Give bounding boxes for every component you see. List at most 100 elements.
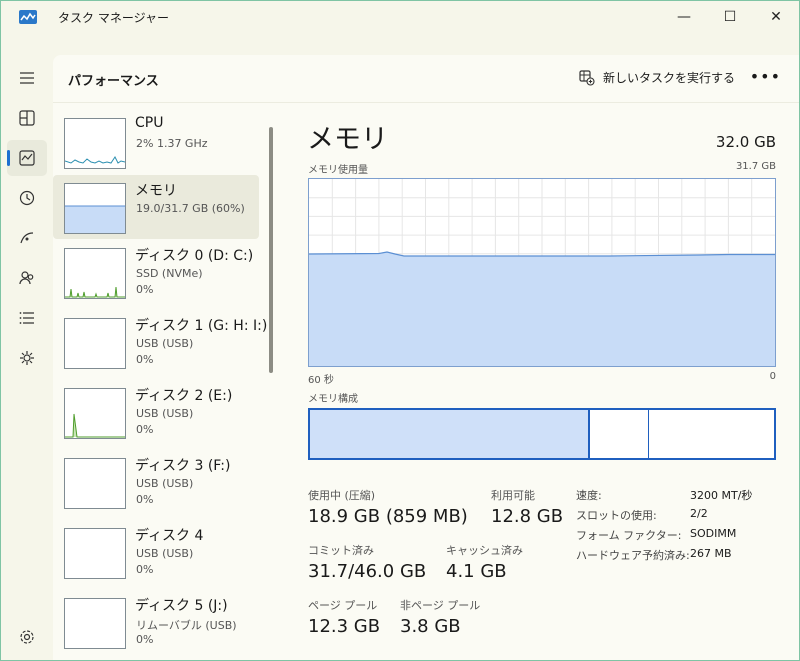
composition-modified bbox=[590, 410, 649, 458]
device-cpu[interactable]: CPU 2% 1.37 GHz bbox=[53, 110, 259, 174]
graph-x-right-label: 0 bbox=[769, 371, 776, 382]
device-name: ディスク 4 bbox=[135, 528, 204, 544]
device-detail: USB (USB) bbox=[136, 407, 194, 420]
minimize-icon: — bbox=[677, 9, 691, 25]
memory-usage-graph bbox=[308, 178, 776, 367]
device-usage: 0% bbox=[136, 283, 154, 296]
device-usage: 0% bbox=[136, 633, 154, 646]
graph-x-left-label: 60 秒 bbox=[308, 375, 334, 386]
disk-2-thumbnail-graph bbox=[64, 388, 126, 439]
close-button[interactable]: ✕ bbox=[753, 1, 799, 33]
disk-4-thumbnail-graph bbox=[64, 528, 126, 579]
memory-title: メモリ bbox=[307, 124, 388, 155]
device-disk-1[interactable]: ディスク 1 (G: H: I:) USB (USB) 0% bbox=[53, 310, 267, 374]
performance-icon bbox=[19, 150, 35, 166]
device-disk-5[interactable]: ディスク 5 (J:) リムーバブル (USB) 0% bbox=[53, 590, 259, 654]
device-detail: USB (USB) bbox=[136, 477, 194, 490]
services-icon bbox=[20, 351, 34, 365]
memory-total: 32.0 GB bbox=[715, 133, 776, 151]
settings-icon bbox=[20, 630, 34, 644]
hardware-reserved-value: 267 MB bbox=[690, 547, 732, 560]
in-use-value: 18.9 GB (859 MB) bbox=[308, 506, 468, 527]
nonpaged-pool-value: 3.8 GB bbox=[400, 616, 461, 637]
device-disk-0[interactable]: ディスク 0 (D: C:) SSD (NVMe) 0% bbox=[53, 240, 259, 304]
available-value: 12.8 GB bbox=[491, 506, 564, 527]
device-usage: 0% bbox=[136, 423, 154, 436]
nav-startup-apps[interactable] bbox=[7, 220, 47, 256]
navigation-rail bbox=[1, 33, 53, 660]
memory-detail-panel: メモリ 32.0 GB メモリ使用量 31.7 GB 60 秒 0 メモリ構成 … bbox=[279, 103, 799, 660]
run-task-label: 新しいタスクを実行する bbox=[602, 71, 735, 85]
form-factor-value: SODIMM bbox=[690, 527, 737, 540]
disk-3-thumbnail-graph bbox=[64, 458, 126, 509]
device-detail: SSD (NVMe) bbox=[136, 267, 203, 280]
device-usage: 0% bbox=[136, 493, 154, 506]
paged-pool-label: ページ プール bbox=[308, 599, 378, 612]
more-options-button[interactable]: ••• bbox=[750, 67, 781, 86]
device-name: ディスク 5 (J:) bbox=[135, 598, 228, 614]
device-name: ディスク 0 (D: C:) bbox=[135, 248, 254, 264]
startup-apps-icon bbox=[20, 232, 34, 244]
minimize-button[interactable]: — bbox=[661, 1, 707, 33]
hardware-reserved-label: ハードウェア予約済み: bbox=[576, 549, 690, 562]
in-use-label: 使用中 (圧縮) bbox=[308, 489, 376, 502]
cpu-thumbnail-graph bbox=[64, 118, 126, 169]
speed-value: 3200 MT/秒 bbox=[690, 489, 753, 502]
nav-services[interactable] bbox=[7, 340, 47, 376]
cached-label: キャッシュ済み bbox=[446, 544, 523, 557]
device-detail: USB (USB) bbox=[136, 547, 194, 560]
device-disk-2[interactable]: ディスク 2 (E:) USB (USB) 0% bbox=[53, 380, 259, 444]
composition-in-use bbox=[310, 410, 590, 458]
memory-thumbnail-graph bbox=[64, 183, 126, 234]
title-bar: タスク マネージャー — ☐ ✕ bbox=[1, 1, 799, 33]
device-detail: リムーバブル (USB) bbox=[136, 619, 237, 632]
disk-1-thumbnail-graph bbox=[64, 318, 126, 369]
page-title: パフォーマンス bbox=[68, 74, 159, 89]
nav-settings[interactable] bbox=[7, 619, 47, 655]
slots-used-value: 2/2 bbox=[690, 507, 708, 520]
disk-5-thumbnail-graph bbox=[64, 598, 126, 649]
device-list-scrollbar[interactable] bbox=[269, 127, 273, 373]
device-memory[interactable]: メモリ 19.0/31.7 GB (60%) bbox=[53, 175, 259, 239]
app-history-icon bbox=[19, 190, 35, 206]
window-title: タスク マネージャー bbox=[58, 11, 169, 25]
page-header: パフォーマンス 新しいタスクを実行する ••• bbox=[53, 55, 799, 103]
device-name: ディスク 2 (E:) bbox=[135, 388, 233, 404]
device-list: CPU 2% 1.37 GHz メモリ 19.0/31.7 GB (60%) デ… bbox=[53, 103, 279, 660]
nav-details[interactable] bbox=[7, 300, 47, 336]
committed-value: 31.7/46.0 GB bbox=[308, 561, 427, 582]
device-detail: USB (USB) bbox=[136, 337, 194, 350]
device-detail: 2% 1.37 GHz bbox=[136, 137, 208, 150]
device-name: ディスク 1 (G: H: I:) bbox=[135, 318, 268, 334]
speed-label: 速度: bbox=[576, 489, 602, 502]
slots-used-label: スロットの使用: bbox=[576, 509, 657, 522]
nav-app-history[interactable] bbox=[7, 180, 47, 216]
users-icon bbox=[19, 271, 34, 285]
run-task-icon bbox=[579, 69, 595, 86]
hamburger-icon bbox=[20, 72, 34, 84]
composition-label: メモリ構成 bbox=[308, 394, 358, 405]
committed-label: コミット済み bbox=[308, 544, 374, 557]
maximize-button[interactable]: ☐ bbox=[707, 1, 753, 33]
disk-0-thumbnail-graph bbox=[64, 248, 126, 299]
nav-performance[interactable] bbox=[7, 140, 47, 176]
close-icon: ✕ bbox=[770, 9, 782, 25]
device-usage: 0% bbox=[136, 353, 154, 366]
available-label: 利用可能 bbox=[491, 489, 535, 502]
device-detail: 19.0/31.7 GB (60%) bbox=[136, 202, 245, 215]
details-icon bbox=[19, 312, 34, 324]
device-name: メモリ bbox=[135, 183, 177, 199]
usage-graph-max: 31.7 GB bbox=[735, 161, 776, 172]
usage-graph-label: メモリ使用量 bbox=[308, 165, 368, 176]
menu-toggle-button[interactable] bbox=[7, 60, 47, 96]
form-factor-label: フォーム ファクター: bbox=[576, 529, 682, 542]
run-new-task-button[interactable]: 新しいタスクを実行する bbox=[579, 69, 735, 86]
task-manager-window: タスク マネージャー — ☐ ✕ パフォーマンス 新しいタスクを実行する •••… bbox=[0, 0, 800, 661]
device-name: CPU bbox=[135, 115, 164, 131]
memory-composition-bar bbox=[308, 408, 776, 460]
nav-processes[interactable] bbox=[7, 100, 47, 136]
device-disk-3[interactable]: ディスク 3 (F:) USB (USB) 0% bbox=[53, 450, 259, 514]
device-disk-4[interactable]: ディスク 4 USB (USB) 0% bbox=[53, 520, 259, 584]
cached-value: 4.1 GB bbox=[446, 561, 507, 582]
nav-users[interactable] bbox=[7, 260, 47, 296]
